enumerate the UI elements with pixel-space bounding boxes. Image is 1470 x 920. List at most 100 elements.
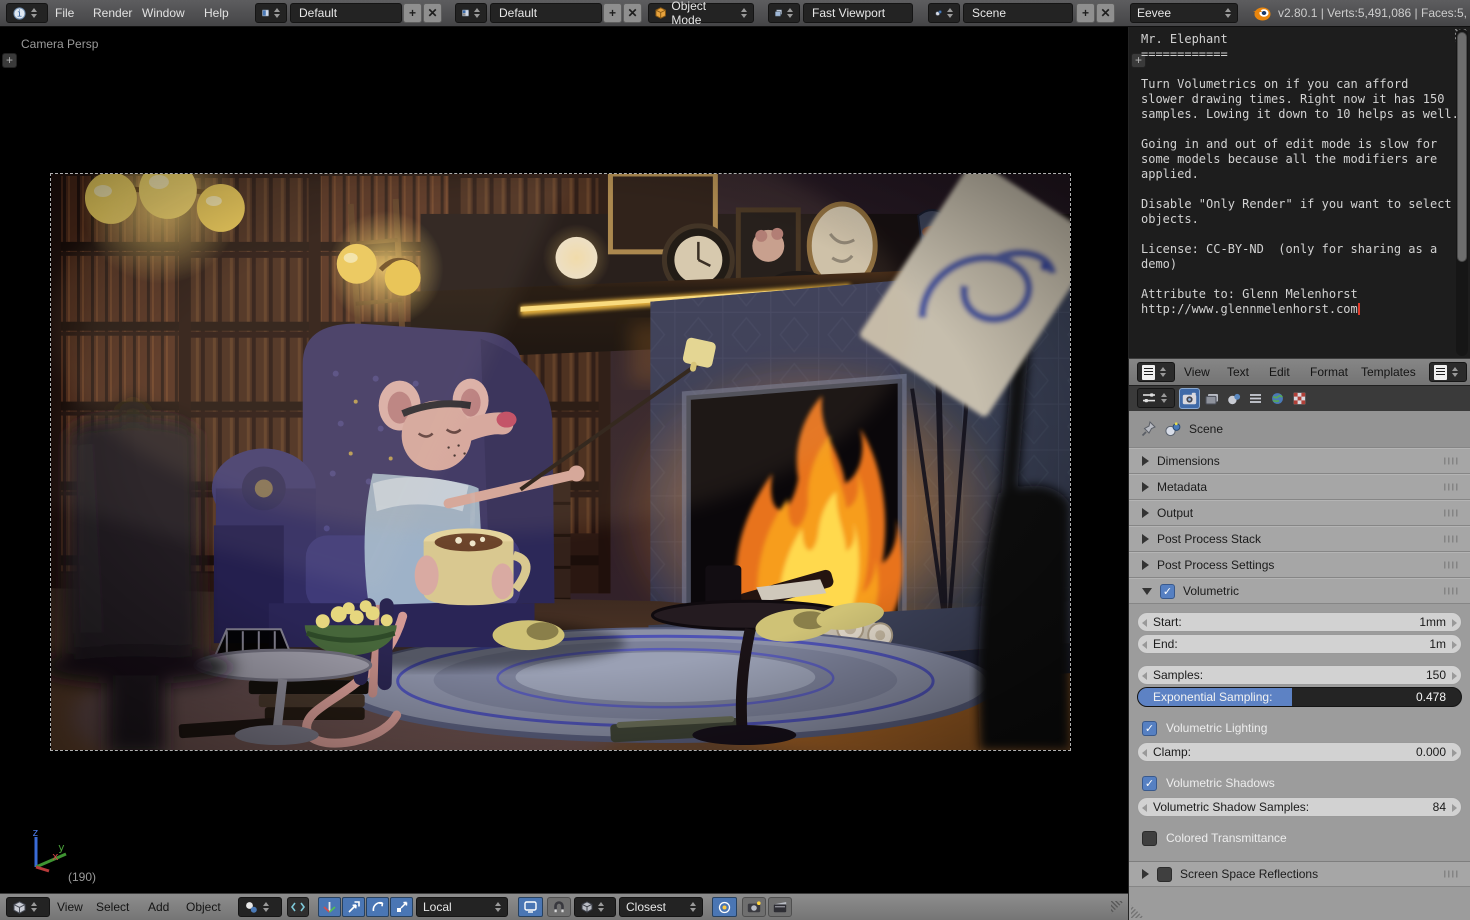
text-editor[interactable]: + Mr. Elephant ============ Turn Volumet… [1128,27,1470,358]
volumetric-lighting-checkbox[interactable]: ✓ [1142,721,1157,736]
transform-orientation-dropdown[interactable]: Local [416,897,508,917]
svg-text:z: z [32,827,39,839]
panel-dimensions[interactable]: Dimensions [1129,448,1470,474]
workspace-type-button[interactable] [255,3,287,23]
gizmo-scale-toggle[interactable] [390,897,413,917]
colored-transmittance-row[interactable]: Colored Transmittance [1129,826,1470,850]
scene-type-button[interactable] [928,3,960,23]
workspace-close-button[interactable]: ✕ [423,3,442,23]
gizmo-rotate-toggle[interactable] [366,897,389,917]
text-scrollbar[interactable] [1456,29,1468,356]
region-expand-plus[interactable]: + [2,53,17,68]
vp-menu-view[interactable]: View [57,894,83,920]
render-animation-button[interactable] [768,897,792,917]
expand-toggle-button[interactable] [287,897,309,917]
panel-grip[interactable] [1444,510,1460,517]
panel-volumetric-header[interactable]: ✓ Volumetric [1129,578,1470,604]
camera-render-region[interactable] [50,173,1071,751]
properties-breadcrumb: Scene [1129,411,1470,448]
area-resize-grip[interactable] [1111,901,1124,914]
scene-ball-icon [1227,393,1241,405]
panel-metadata[interactable]: Metadata [1129,474,1470,500]
workspace-add-button[interactable]: + [403,3,422,23]
workspace-name-field[interactable]: Default [290,3,402,23]
panel-grip[interactable] [1444,871,1460,878]
viewport-name-field[interactable]: Fast Viewport [803,3,913,23]
editor-type-3dview-button[interactable] [6,897,50,917]
editor-type-text-button[interactable] [1137,362,1175,382]
chevron-updown-icon [31,8,37,18]
snap-toggle[interactable] [518,897,543,917]
panel-output[interactable]: Output [1129,500,1470,526]
colored-transmittance-checkbox[interactable] [1142,831,1157,846]
tab-texture[interactable] [1289,388,1310,409]
panel-screen-space-reflections[interactable]: Screen Space Reflections [1129,861,1470,887]
layout-add-button[interactable]: + [603,3,622,23]
volumetric-samples-slider[interactable]: Samples: 150 [1137,665,1462,685]
ssr-checkbox[interactable] [1157,867,1172,882]
volumetric-lighting-row[interactable]: ✓ Volumetric Lighting [1129,716,1470,740]
viewport-3d[interactable]: + Camera Persp [0,27,1128,893]
layout-close-button[interactable]: ✕ [623,3,642,23]
text-datablock-button[interactable] [1429,362,1467,382]
mode-selector-chip[interactable] [238,897,282,917]
ted-menu-format[interactable]: Format [1310,359,1348,386]
volumetric-shadows-row[interactable]: ✓ Volumetric Shadows [1129,771,1470,795]
ted-menu-text[interactable]: Text [1227,359,1249,386]
collapse-arrow-icon [1142,482,1149,492]
volumetric-start-slider[interactable]: Start: 1mm [1137,612,1462,632]
world-globe-icon [1271,392,1284,405]
volumetric-shadows-checkbox[interactable]: ✓ [1142,776,1157,791]
camera-render-icon [747,901,761,913]
volumetric-shadow-samples-slider[interactable]: Volumetric Shadow Samples: 84 [1137,797,1462,817]
vp-menu-add[interactable]: Add [148,894,169,920]
panel-post-process-stack[interactable]: Post Process Stack [1129,526,1470,552]
menu-help[interactable]: Help [204,0,229,27]
breadcrumb-scene-label[interactable]: Scene [1189,422,1223,436]
menu-window[interactable]: Window [142,0,185,27]
exponential-sampling-slider[interactable]: Exponential Sampling: 0.478 [1137,687,1462,707]
ted-menu-view[interactable]: View [1184,359,1210,386]
layout-name-field[interactable]: Default [490,3,602,23]
snap-target-dropdown[interactable]: Closest [619,897,703,917]
vp-menu-select[interactable]: Select [96,894,129,920]
tab-render[interactable] [1179,388,1200,409]
proportional-edit-toggle[interactable] [712,897,737,917]
menu-file[interactable]: File [55,0,74,27]
panel-grip[interactable] [1444,484,1460,491]
panel-grip[interactable] [1444,458,1460,465]
scene-add-button[interactable]: + [1076,3,1095,23]
volumetric-end-slider[interactable]: End: 1m [1137,634,1462,654]
panel-grip[interactable] [1444,562,1460,569]
magnet-button[interactable] [547,897,571,917]
gizmo-axes-toggle[interactable] [318,897,341,917]
text-scrollbar-thumb[interactable] [1457,32,1467,262]
scene-name-field[interactable]: Scene [963,3,1073,23]
view-layer-type-button[interactable] [768,3,800,23]
ted-menu-templates[interactable]: Templates [1361,359,1416,386]
render-engine-dropdown[interactable]: Eevee [1130,3,1238,23]
scene-close-button[interactable]: ✕ [1096,3,1115,23]
panel-grip[interactable] [1444,536,1460,543]
volumetric-checkbox[interactable]: ✓ [1160,584,1175,599]
snap-element-chip[interactable] [574,897,616,917]
info-icon: i [13,7,26,20]
tab-view-layer[interactable] [1245,388,1266,409]
render-image-button[interactable] [742,897,766,917]
editor-type-info-button[interactable]: i [6,3,48,23]
layout-type-button[interactable] [455,3,487,23]
text-editor-header: View Text Edit Format Templates F [1128,358,1470,385]
ted-menu-edit[interactable]: Edit [1269,359,1290,386]
vp-menu-object[interactable]: Object [186,894,221,920]
clamp-slider[interactable]: Clamp: 0.000 [1137,742,1462,762]
props-corner-grip[interactable] [1131,905,1144,918]
editor-type-properties-button[interactable] [1137,388,1175,408]
mode-dropdown[interactable]: Object Mode [648,3,754,23]
tab-world[interactable] [1267,388,1288,409]
panel-post-process-settings[interactable]: Post Process Settings [1129,552,1470,578]
menu-render[interactable]: Render [93,0,132,27]
gizmo-move-toggle[interactable] [342,897,365,917]
tab-scene[interactable] [1223,388,1244,409]
tab-render-layers[interactable] [1201,388,1222,409]
panel-grip[interactable] [1444,588,1460,595]
